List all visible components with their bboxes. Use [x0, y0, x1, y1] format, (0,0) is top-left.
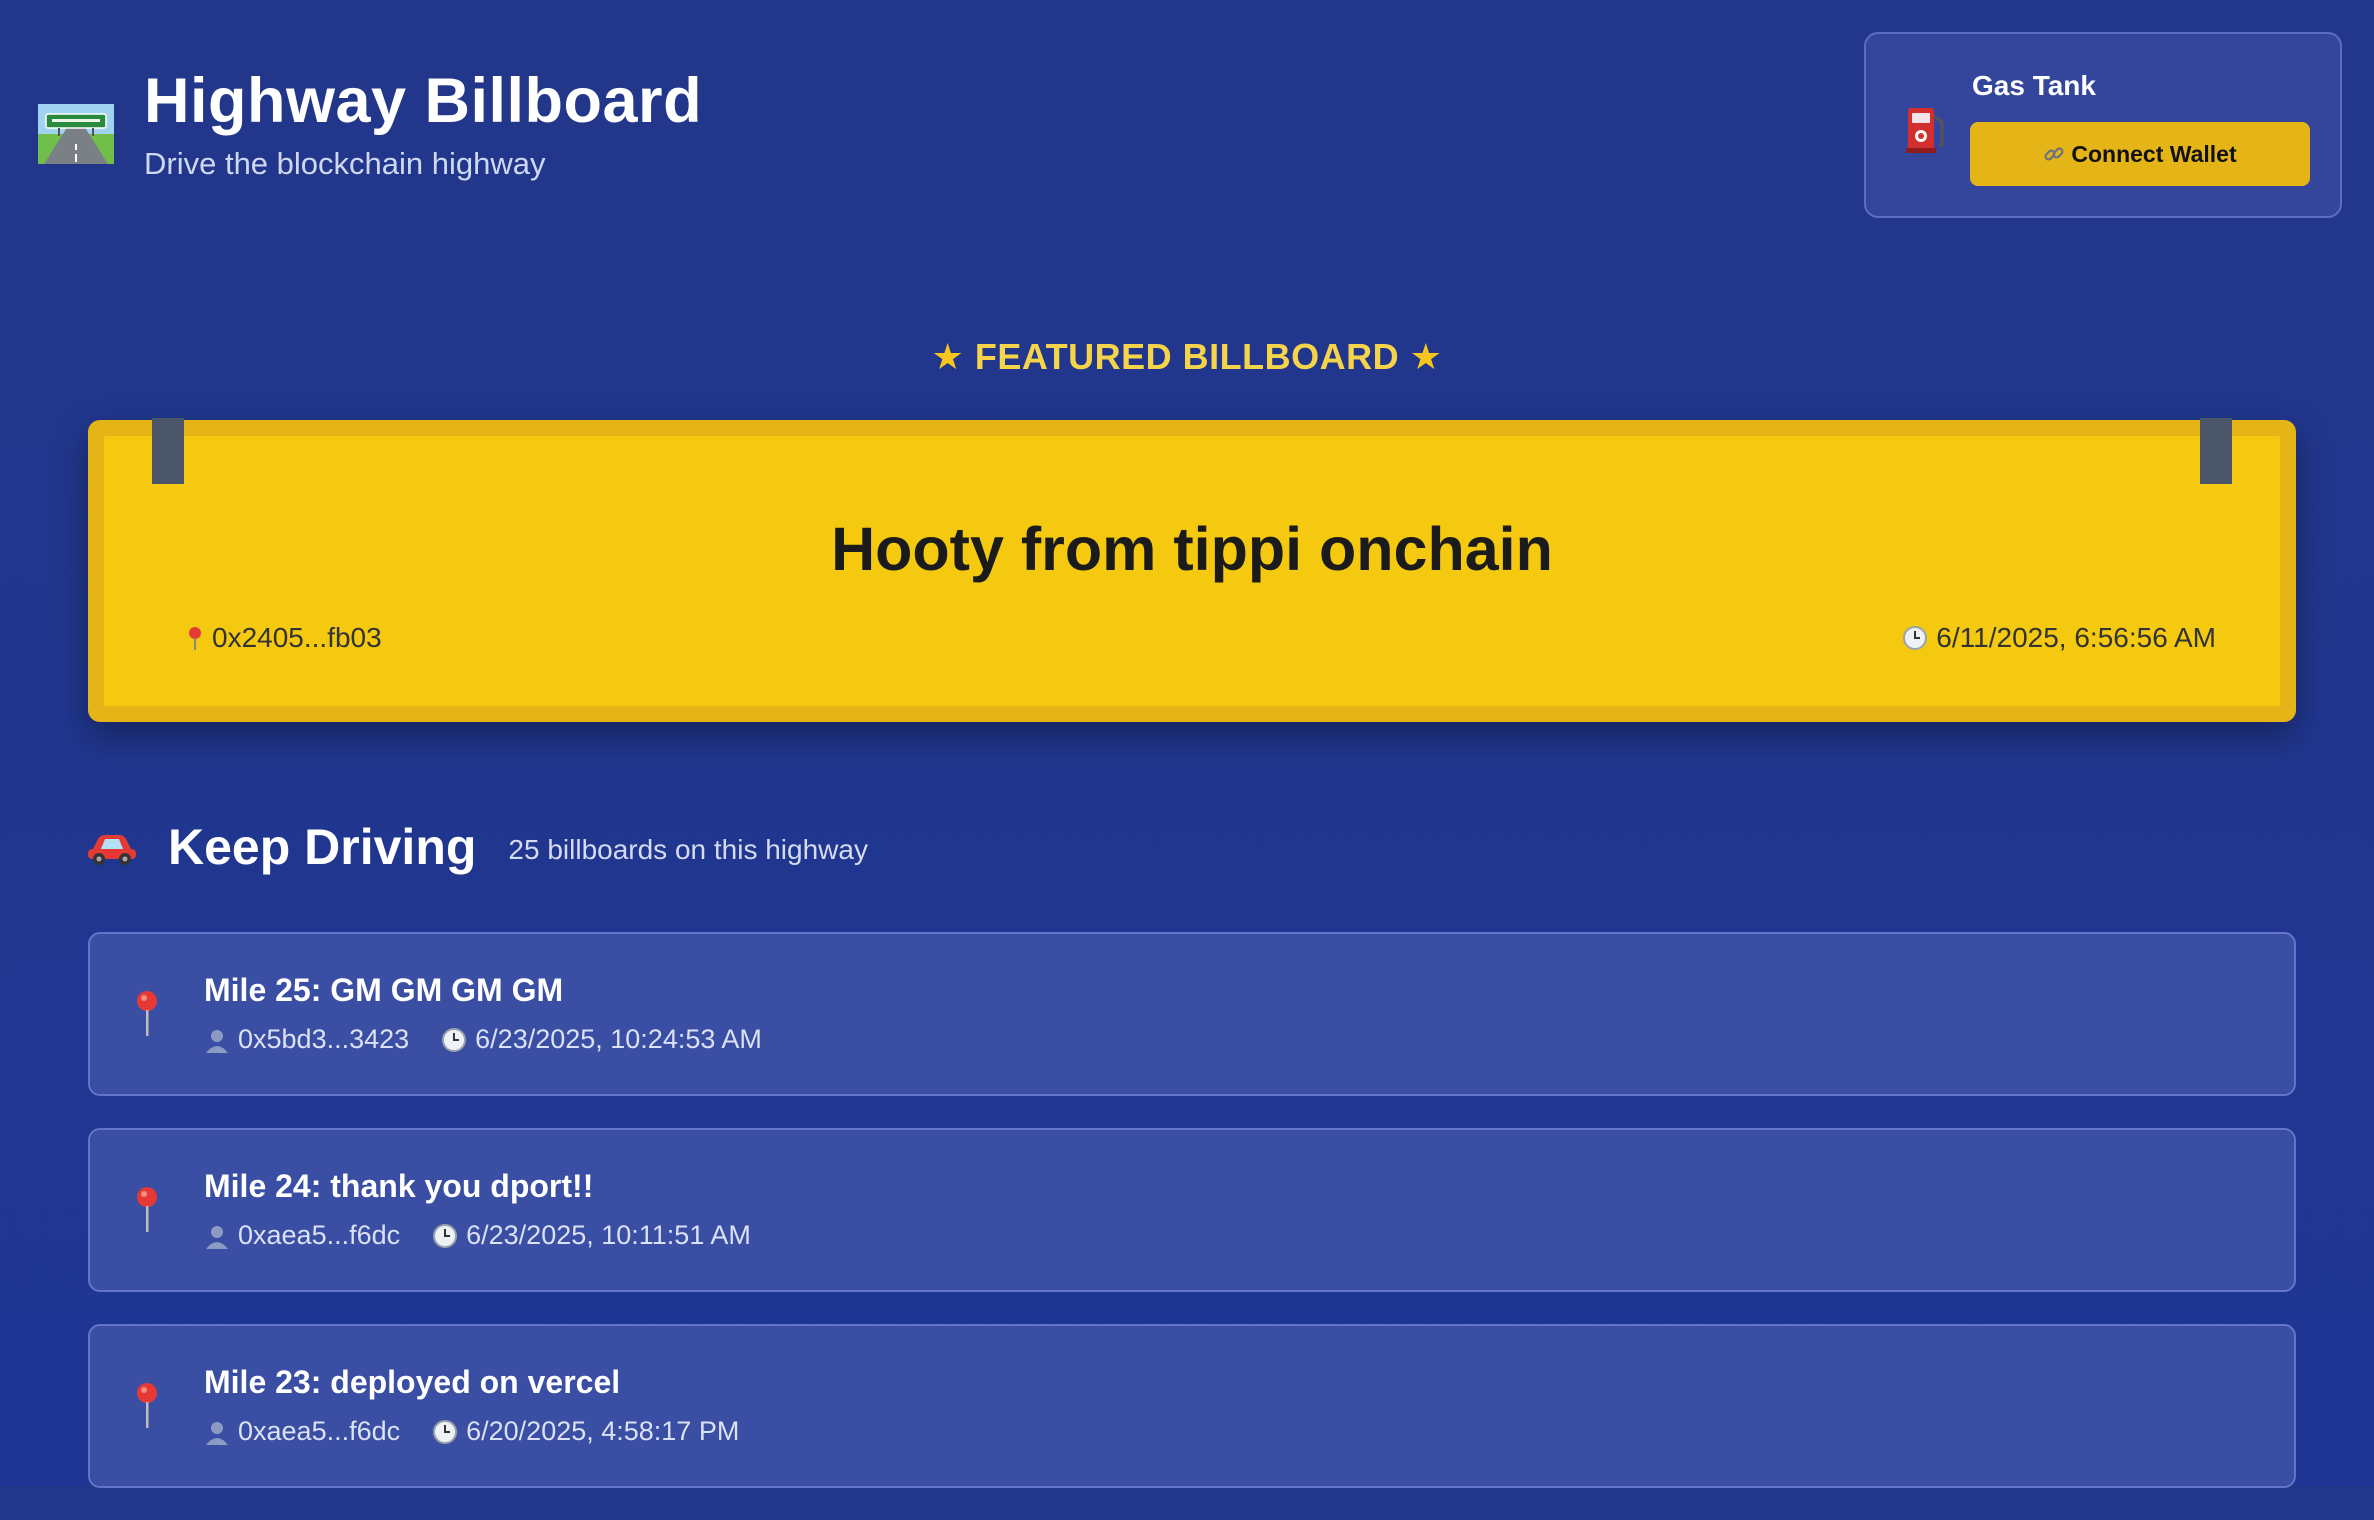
user-icon [206, 1225, 228, 1249]
keep-driving-title: Keep Driving [168, 819, 477, 875]
billboard-post-right [2200, 418, 2232, 484]
list-item-timestamp: 6/23/2025, 10:11:51 AM [466, 1220, 751, 1250]
car-icon [88, 835, 136, 865]
featured-billboard[interactable]: Hooty from tippi onchain 0x2405...fb03 6… [88, 418, 2296, 722]
list-item-meta: 0x5bd3...3423 6/23/2025, 10:24:53 AM [204, 1024, 794, 1055]
fuel-pump-icon [1906, 108, 1944, 153]
featured-timestamp-text: 6/11/2025, 6:56:56 AM [1936, 622, 2216, 653]
list-item-timestamp: 6/20/2025, 4:58:17 PM [466, 1416, 740, 1446]
list-item-time: 6/20/2025, 4:58:17 PM [432, 1416, 739, 1447]
list-item-author: 0x5bd3...3423 [204, 1024, 409, 1055]
featured-timestamp: 6/11/2025, 6:56:56 AM [1902, 622, 2216, 654]
user-icon [206, 1421, 228, 1445]
app-title: Highway Billboard [144, 66, 703, 136]
pin-icon [137, 991, 157, 1036]
list-item[interactable]: Mile 25: GM GM GM GM 0x5bd3...3423 6/23/… [88, 932, 2296, 1096]
featured-address-text: 0x2405...fb03 [212, 622, 382, 653]
featured-label-text: FEATURED BILLBOARD [974, 336, 1400, 377]
list-item-time: 6/23/2025, 10:11:51 AM [432, 1220, 751, 1251]
connect-wallet-button[interactable]: Connect Wallet [1970, 122, 2310, 186]
list-item-meta: 0xaea5...f6dc 6/23/2025, 10:11:51 AM [204, 1220, 783, 1251]
clock-icon [433, 1223, 458, 1248]
connect-wallet-label: Connect Wallet [2071, 140, 2237, 167]
list-item-title: Mile 25: GM GM GM GM [204, 972, 564, 1008]
app-subtitle: Drive the blockchain highway [144, 146, 546, 181]
list-item-address: 0xaea5...f6dc [238, 1416, 401, 1446]
user-icon [206, 1029, 228, 1053]
featured-address: 0x2405...fb03 [186, 622, 382, 654]
star-icon: ★ [1409, 336, 1443, 377]
list-item-author: 0xaea5...f6dc [204, 1220, 400, 1251]
clock-icon [442, 1027, 467, 1052]
billboard-post-left [152, 418, 184, 484]
list-item-address: 0xaea5...f6dc [238, 1220, 401, 1250]
list-item-time: 6/23/2025, 10:24:53 AM [441, 1024, 762, 1055]
featured-label: ★ FEATURED BILLBOARD ★ [0, 336, 2374, 378]
pin-icon [137, 1383, 157, 1428]
billboard-count: 25 billboards on this highway [508, 834, 868, 865]
pin-icon [137, 1187, 157, 1232]
pin-icon [189, 627, 201, 650]
featured-message: Hooty from tippi onchain [831, 515, 1553, 583]
list-item-meta: 0xaea5...f6dc 6/20/2025, 4:58:17 PM [204, 1416, 771, 1447]
highway-icon [38, 104, 114, 164]
link-icon [2044, 147, 2064, 161]
billboard-face: Hooty from tippi onchain 0x2405...fb03 6… [104, 418, 2280, 706]
keep-driving-header: Keep Driving 25 billboards on this highw… [86, 818, 868, 876]
star-icon: ★ [931, 336, 965, 377]
list-item-timestamp: 6/23/2025, 10:24:53 AM [475, 1024, 762, 1054]
clock-icon [433, 1419, 458, 1444]
list-item[interactable]: Mile 23: deployed on vercel 0xaea5...f6d… [88, 1324, 2296, 1488]
clock-icon [1903, 626, 1928, 650]
list-item[interactable]: Mile 24: thank you dport!! 0xaea5...f6dc… [88, 1128, 2296, 1292]
list-item-address: 0x5bd3...3423 [238, 1024, 410, 1054]
brand: Highway Billboard Drive the blockchain h… [38, 62, 702, 182]
gas-tank-panel: Gas Tank Connect Wallet [1864, 32, 2342, 218]
gas-tank-title: Gas Tank [1972, 70, 2096, 101]
list-item-title: Mile 24: thank you dport!! [204, 1168, 594, 1204]
list-item-title: Mile 23: deployed on vercel [204, 1364, 621, 1400]
list-item-author: 0xaea5...f6dc [204, 1416, 400, 1447]
billboard-list: Mile 25: GM GM GM GM 0x5bd3...3423 6/23/… [88, 932, 2296, 1520]
